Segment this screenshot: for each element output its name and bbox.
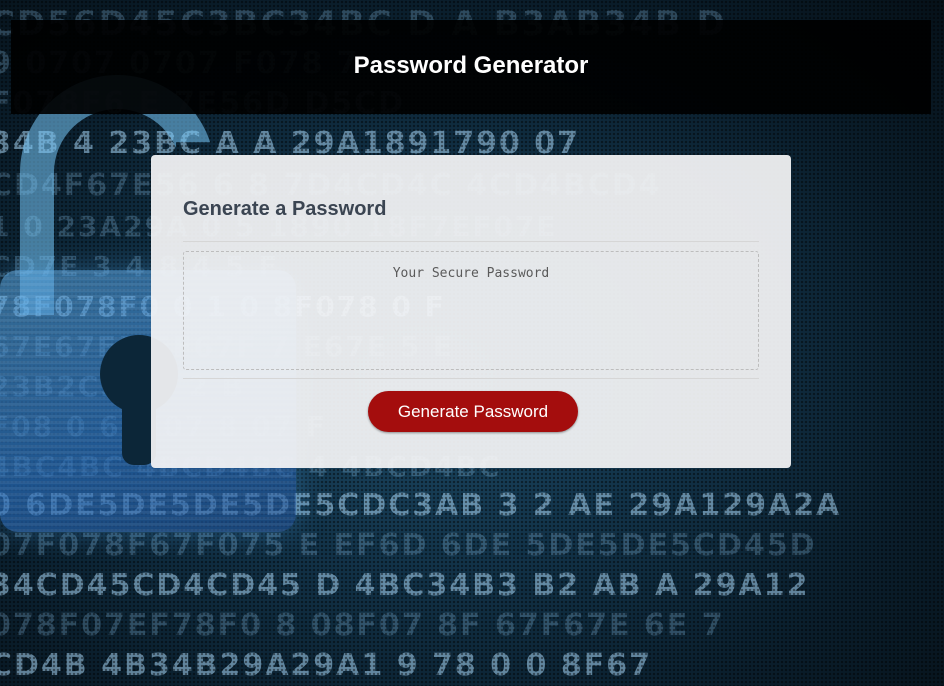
divider bbox=[183, 378, 759, 379]
card-title: Generate a Password bbox=[183, 198, 387, 220]
page-title: Password Generator bbox=[353, 52, 589, 79]
password-output[interactable] bbox=[183, 251, 759, 370]
page-header: Password Generator bbox=[11, 20, 931, 114]
divider bbox=[183, 241, 759, 242]
password-card: Generate a Password Generate Password bbox=[151, 155, 791, 468]
generate-password-button[interactable]: Generate Password bbox=[368, 391, 578, 432]
